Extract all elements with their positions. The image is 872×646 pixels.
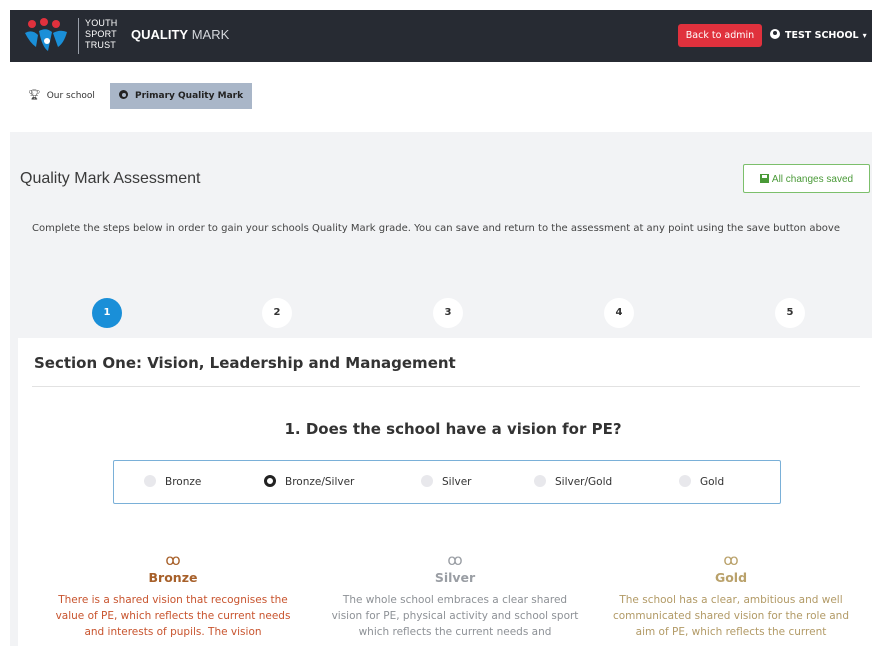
- intro-text: Complete the steps below in order to gai…: [32, 223, 840, 234]
- grade-option-label: Bronze/Silver: [285, 476, 355, 488]
- grade-option-bronze-silver[interactable]: Bronze/Silver: [264, 475, 354, 488]
- floppy-disk-icon: [759, 174, 769, 183]
- medal-icon: ꝏ: [723, 551, 739, 569]
- step-4[interactable]: 4: [604, 298, 634, 328]
- level-description: The school has a clear, ambitious and we…: [612, 594, 850, 638]
- level-silver: ꝏ Silver The whole school embraces a cle…: [330, 552, 580, 640]
- grade-option-label: Bronze: [165, 476, 202, 488]
- step-3[interactable]: 3: [433, 298, 463, 328]
- user-menu-label: TEST SCHOOL: [785, 30, 859, 41]
- caret-down-icon: ▾: [862, 31, 867, 40]
- grade-option-label: Gold: [700, 476, 725, 488]
- trophy-icon: 🏆︎: [28, 90, 41, 101]
- level-name: Silver: [434, 570, 476, 585]
- grade-radio-group: Bronze Bronze/Silver Silver Silver/Gold …: [113, 460, 781, 504]
- level-description: There is a shared vision that recognises…: [55, 594, 291, 638]
- logo-wordmark: YOUTH SPORT TRUST: [85, 18, 118, 50]
- section-card: Section One: Vision, Leadership and Mana…: [18, 338, 872, 646]
- main-content: Quality Mark Assessment All changes save…: [10, 132, 872, 646]
- saved-label: All changes saved: [771, 174, 854, 185]
- dot-circle-icon: [119, 90, 128, 99]
- grade-option-label: Silver/Gold: [555, 476, 613, 488]
- medal-icon: ꝏ: [447, 551, 463, 569]
- app-title[interactable]: QUALITY MARK: [131, 27, 229, 42]
- level-gold: ꝏ Gold The school has a clear, ambitious…: [606, 552, 856, 640]
- grade-option-silver[interactable]: Silver: [421, 475, 472, 488]
- radio-button[interactable]: [421, 475, 433, 487]
- app-title-strong: QUALITY: [131, 27, 189, 42]
- grade-option-gold[interactable]: Gold: [679, 475, 724, 488]
- medal-icon: ꝏ: [165, 551, 181, 569]
- breadcrumb-our-school[interactable]: 🏆︎ Our school: [28, 83, 95, 109]
- grade-option-bronze[interactable]: Bronze: [144, 475, 201, 488]
- level-name: Gold: [714, 570, 748, 585]
- youth-sport-trust-logo[interactable]: [22, 17, 72, 55]
- level-name: Bronze: [148, 570, 198, 585]
- radio-button[interactable]: [679, 475, 691, 487]
- level-bronze: ꝏ Bronze There is a shared vision that r…: [48, 552, 298, 640]
- radio-button-checked[interactable]: [264, 475, 276, 487]
- breadcrumb-primary-quality-mark[interactable]: Primary Quality Mark: [110, 83, 253, 109]
- breadcrumb-primary-quality-mark-label: Primary Quality Mark: [135, 91, 244, 101]
- section-divider: [32, 386, 860, 387]
- user-menu-dropdown[interactable]: TEST SCHOOL ▾: [770, 29, 867, 41]
- breadcrumb-our-school-label: Our school: [46, 91, 95, 101]
- step-1[interactable]: 1: [92, 298, 122, 328]
- question-title: 1. Does the school have a vision for PE?: [284, 420, 622, 438]
- page-title: Quality Mark Assessment: [20, 170, 201, 187]
- app-title-light: MARK: [191, 27, 230, 42]
- step-5[interactable]: 5: [775, 298, 805, 328]
- step-2[interactable]: 2: [262, 298, 292, 328]
- grade-option-label: Silver: [442, 476, 472, 488]
- all-changes-saved-button[interactable]: All changes saved: [743, 164, 870, 193]
- level-description: The whole school embraces a clear shared…: [331, 594, 579, 638]
- section-title: Section One: Vision, Leadership and Mana…: [34, 354, 456, 372]
- user-circle-icon: [770, 29, 780, 39]
- radio-button[interactable]: [144, 475, 156, 487]
- grade-option-silver-gold[interactable]: Silver/Gold: [534, 475, 612, 488]
- top-navbar: YOUTH SPORT TRUST QUALITY MARK Back to a…: [10, 10, 872, 62]
- radio-button[interactable]: [534, 475, 546, 487]
- back-to-admin-button[interactable]: Back to admin: [678, 24, 762, 47]
- logo-divider: [78, 18, 79, 54]
